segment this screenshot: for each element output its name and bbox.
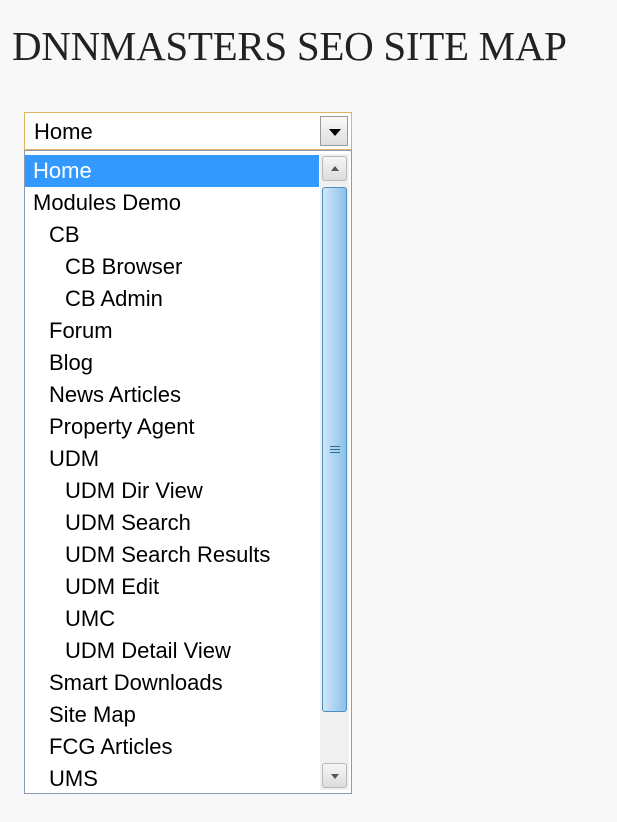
- dropdown-option[interactable]: Forum: [25, 315, 319, 347]
- dropdown-option[interactable]: Property Agent: [25, 411, 319, 443]
- scroll-down-button[interactable]: [322, 763, 347, 788]
- page-title: DNNMASTERS SEO SITE MAP: [12, 23, 567, 69]
- dropdown-option[interactable]: FCG Articles: [25, 731, 319, 763]
- dropdown-option[interactable]: UMC: [25, 603, 319, 635]
- scroll-thumb[interactable]: [322, 187, 347, 712]
- dropdown-option[interactable]: Smart Downloads: [25, 667, 319, 699]
- dropdown-option[interactable]: CB: [25, 219, 319, 251]
- dropdown-option[interactable]: UDM: [25, 443, 319, 475]
- options-list: Home Modules Demo CB CB Browser CB Admin Foru…: [25, 155, 319, 795]
- dropdown-selected-value: Home: [34, 119, 93, 144]
- dropdown-option[interactable]: UDM Search Results: [25, 539, 319, 571]
- dropdown-option[interactable]: CB Admin: [25, 283, 319, 315]
- dropdown-option[interactable]: CB Browser: [25, 251, 319, 283]
- dropdown-option[interactable]: UMS: [25, 763, 319, 795]
- dropdown-option[interactable]: UDM Dir View: [25, 475, 319, 507]
- dropdown-option[interactable]: Site Map: [25, 699, 319, 731]
- chevron-down-icon: [329, 129, 341, 136]
- dropdown-options-list[interactable]: Home Modules Demo CB CB Browser CB Admin Foru…: [24, 150, 352, 794]
- vertical-scrollbar[interactable]: [320, 154, 349, 790]
- dropdown-option[interactable]: UDM Search: [25, 507, 319, 539]
- dropdown-option[interactable]: Modules Demo: [25, 187, 319, 219]
- site-map-dropdown[interactable]: Home: [24, 112, 352, 150]
- scroll-thumb-grip-icon: [330, 446, 340, 455]
- scroll-up-button[interactable]: [322, 156, 347, 181]
- dropdown-option[interactable]: UDM Detail View: [25, 635, 319, 667]
- dropdown-option[interactable]: Blog: [25, 347, 319, 379]
- option-selected[interactable]: Home: [25, 155, 319, 187]
- scroll-down-arrow-icon: [331, 774, 339, 779]
- dropdown-toggle-button[interactable]: [320, 116, 348, 146]
- dropdown-option[interactable]: UDM Edit: [25, 571, 319, 603]
- dropdown-option[interactable]: News Articles: [25, 379, 319, 411]
- scroll-up-arrow-icon: [331, 166, 339, 171]
